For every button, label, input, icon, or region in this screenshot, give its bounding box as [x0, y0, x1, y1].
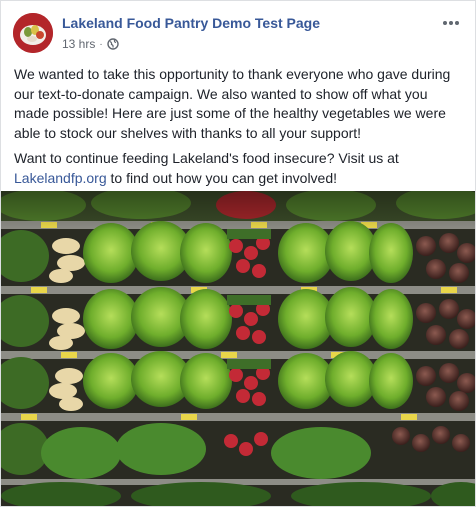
- timestamp-link[interactable]: 13 hrs: [62, 37, 95, 51]
- post-paragraph-2: Want to continue feeding Lakeland's food…: [14, 149, 466, 188]
- more-options-icon[interactable]: [441, 15, 461, 31]
- website-link[interactable]: Lakelandfp.org: [14, 170, 107, 186]
- vegetable-shelves-image: [1, 191, 475, 506]
- post-paragraph-1: We wanted to take this opportunity to th…: [14, 66, 451, 141]
- meta-separator: ·: [99, 38, 103, 50]
- page-avatar[interactable]: [13, 13, 53, 53]
- post-photo[interactable]: [1, 191, 475, 506]
- post-text: We wanted to take this opportunity to th…: [14, 65, 466, 194]
- post-meta: 13 hrs ·: [62, 37, 119, 51]
- paragraph-2-tail: to find out how you can get involved!: [106, 169, 338, 186]
- globe-icon[interactable]: [107, 38, 119, 50]
- avatar-logo-icon: [13, 13, 53, 53]
- facebook-post: Lakeland Food Pantry Demo Test Page 13 h…: [0, 0, 476, 507]
- post-header: Lakeland Food Pantry Demo Test Page 13 h…: [1, 1, 475, 61]
- page-name-link[interactable]: Lakeland Food Pantry Demo Test Page: [62, 15, 320, 31]
- paragraph-2-lead: Want to continue feeding Lakeland's food…: [14, 150, 399, 166]
